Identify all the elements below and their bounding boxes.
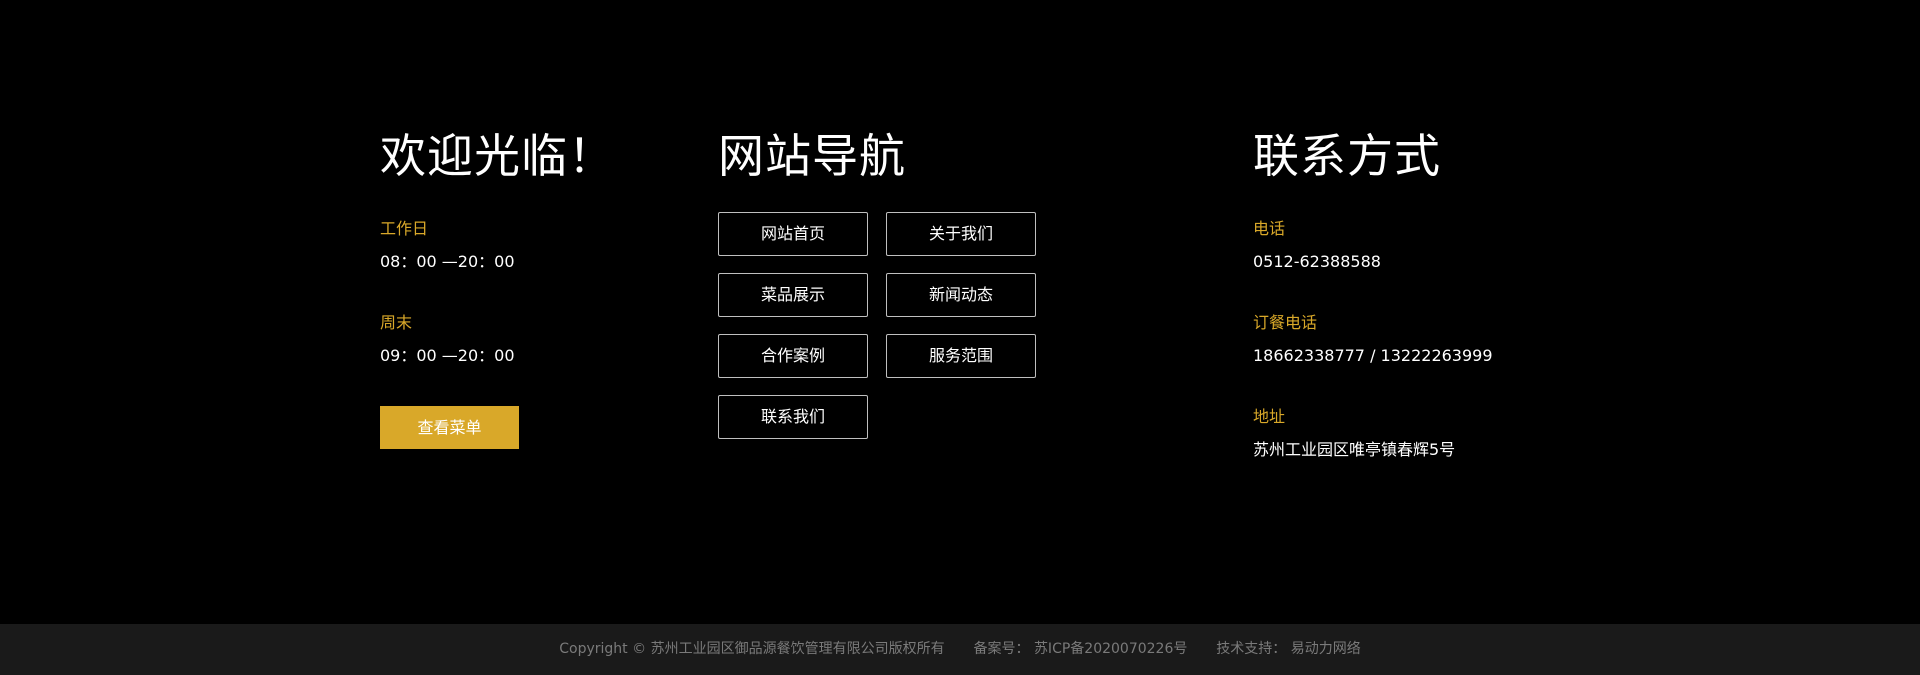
contact-column: 联系方式 电话 0512-62388588 订餐电话 18662338777 /… <box>1253 128 1653 460</box>
footer-main: 欢迎光临！ 工作日 08：00 —20：00 周末 09：00 —20：00 查… <box>0 0 1920 624</box>
icp-link[interactable]: 苏ICP备2020070226号 <box>1034 641 1187 657</box>
address-label: 地址 <box>1253 407 1286 426</box>
contact-title: 联系方式 <box>1253 129 1441 183</box>
site-nav-title: 网站导航 <box>718 129 906 183</box>
icp-label: 备案号： <box>973 641 1030 657</box>
nav-item-dishes[interactable]: 菜品展示 <box>718 273 868 317</box>
tech-support-label: 技术支持： <box>1216 641 1287 657</box>
tech-support-link[interactable]: 易动力网络 <box>1291 641 1361 657</box>
workday-label: 工作日 <box>380 219 429 238</box>
workday-hours: 08：00 —20：00 <box>380 252 515 271</box>
address-block: 地址 苏州工业园区唯亭镇春辉5号 <box>1253 407 1653 460</box>
nav-item-services[interactable]: 服务范围 <box>886 334 1036 378</box>
weekend-block: 周末 09：00 —20：00 <box>380 313 680 366</box>
weekend-hours: 09：00 —20：00 <box>380 346 515 365</box>
site-nav-grid: 网站首页 关于我们 菜品展示 新闻动态 合作案例 服务范围 联系我们 <box>718 212 1098 439</box>
nav-item-home[interactable]: 网站首页 <box>718 212 868 256</box>
workday-block: 工作日 08：00 —20：00 <box>380 219 680 272</box>
phone-label: 电话 <box>1253 219 1286 238</box>
order-phone-value: 18662338777 / 13222263999 <box>1253 346 1493 365</box>
phone-block: 电话 0512-62388588 <box>1253 219 1653 272</box>
phone-value: 0512-62388588 <box>1253 252 1381 271</box>
weekend-label: 周末 <box>380 313 413 332</box>
copyright-bar: Copyright © 苏州工业园区御品源餐饮管理有限公司版权所有 备案号： 苏… <box>0 624 1920 675</box>
order-phone-label: 订餐电话 <box>1253 313 1318 332</box>
order-phone-block: 订餐电话 18662338777 / 13222263999 <box>1253 313 1653 366</box>
address-value: 苏州工业园区唯亭镇春辉5号 <box>1253 440 1456 459</box>
nav-item-cases[interactable]: 合作案例 <box>718 334 868 378</box>
site-nav-column: 网站导航 网站首页 关于我们 菜品展示 新闻动态 合作案例 服务范围 联系我们 <box>718 128 1098 439</box>
nav-item-about[interactable]: 关于我们 <box>886 212 1036 256</box>
nav-item-contact[interactable]: 联系我们 <box>718 395 868 439</box>
copyright-text: Copyright © 苏州工业园区御品源餐饮管理有限公司版权所有 <box>559 641 945 657</box>
view-menu-button[interactable]: 查看菜单 <box>380 406 519 449</box>
welcome-title: 欢迎光临！ <box>380 129 615 183</box>
welcome-column: 欢迎光临！ 工作日 08：00 —20：00 周末 09：00 —20：00 查… <box>380 128 680 449</box>
nav-item-news[interactable]: 新闻动态 <box>886 273 1036 317</box>
